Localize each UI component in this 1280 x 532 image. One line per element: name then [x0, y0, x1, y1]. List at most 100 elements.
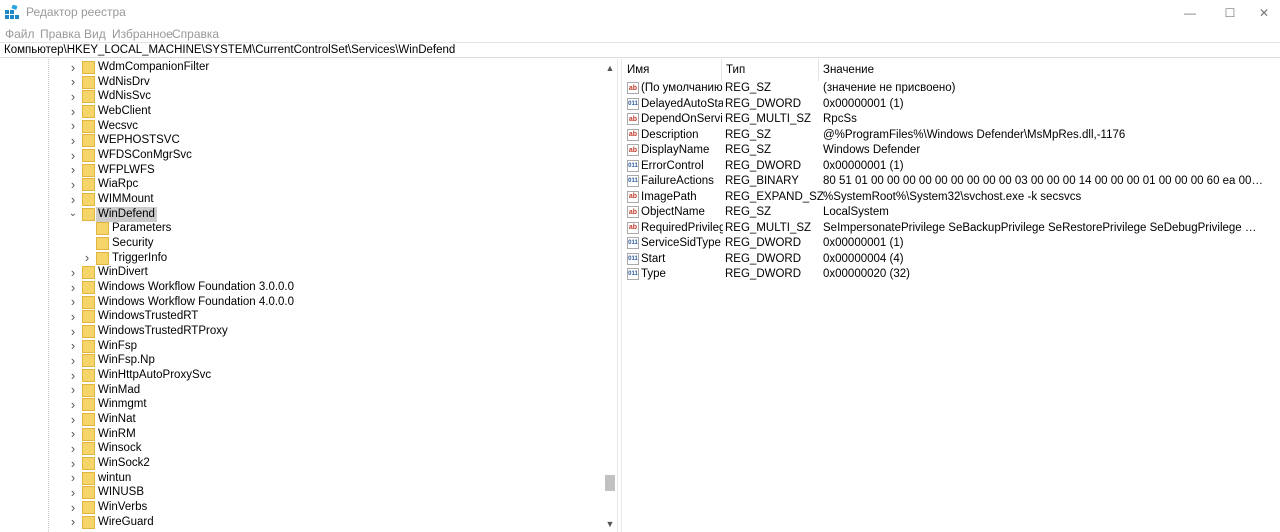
- column-divider[interactable]: [818, 59, 819, 81]
- menu-edit[interactable]: Правка: [40, 27, 81, 41]
- chevron-right-icon[interactable]: ›: [68, 294, 78, 309]
- tree-item[interactable]: › WdNisDrv: [0, 74, 600, 90]
- address-path[interactable]: Компьютер\HKEY_LOCAL_MACHINE\SYSTEM\Curr…: [4, 44, 455, 56]
- chevron-right-icon[interactable]: ›: [68, 324, 78, 339]
- chevron-right-icon[interactable]: ›: [68, 456, 78, 471]
- tree-item[interactable]: › Winmgmt: [0, 397, 600, 412]
- chevron-right-icon[interactable]: ›: [68, 74, 78, 89]
- value-row[interactable]: 011 Type REG_DWORD 0x00000020 (32): [622, 267, 1280, 282]
- menu-help[interactable]: Справка: [172, 27, 219, 41]
- tree-item[interactable]: › WinMad: [0, 382, 600, 398]
- column-header-type[interactable]: Тип: [726, 59, 745, 81]
- tree-item[interactable]: › WFDSConMgrSvc: [0, 148, 600, 163]
- tree-item[interactable]: › Windows Workflow Foundation 3.0.0.0: [0, 280, 600, 295]
- chevron-right-icon[interactable]: ›: [68, 338, 78, 353]
- tree-item[interactable]: › WdNisSvc: [0, 89, 600, 104]
- tree-item[interactable]: › Wecsvc: [0, 118, 600, 134]
- tree-item[interactable]: › WinSock2: [0, 456, 600, 471]
- key-tree[interactable]: › WdmCompanionFilter › WdNisDrv › WdNisSvc › We…: [0, 59, 604, 532]
- chevron-right-icon[interactable]: ›: [68, 265, 78, 280]
- value-row[interactable]: 011 ServiceSidType REG_DWORD 0x00000001 (1): [622, 236, 1280, 251]
- value-row[interactable]: ab ObjectName REG_SZ LocalSystem: [622, 205, 1280, 220]
- menu-view[interactable]: Вид: [84, 27, 106, 41]
- folder-icon: [82, 75, 95, 89]
- chevron-right-icon[interactable]: ›: [68, 280, 78, 295]
- chevron-right-icon[interactable]: ›: [68, 500, 78, 515]
- value-row[interactable]: 011 ErrorControl REG_DWORD 0x00000001 (1): [622, 159, 1280, 174]
- chevron-right-icon[interactable]: ›: [68, 60, 78, 75]
- tree-item[interactable]: › WinNat: [0, 412, 600, 427]
- tree-item[interactable]: › WIMMount: [0, 192, 600, 207]
- menu-file[interactable]: Файл: [5, 27, 35, 41]
- tree-item[interactable]: › WiaRpc: [0, 177, 600, 192]
- tree-item[interactable]: › WinFsp.Np: [0, 353, 600, 368]
- value-row[interactable]: ab DisplayName REG_SZ Windows Defender: [622, 143, 1280, 158]
- tree-item-label: WireGuard: [98, 515, 154, 528]
- tree-item[interactable]: › WindowsTrustedRTProxy: [0, 324, 600, 339]
- value-row[interactable]: 011 FailureActions REG_BINARY 80 51 01 00 0…: [622, 174, 1280, 189]
- chevron-right-icon[interactable]: ›: [68, 485, 78, 500]
- tree-item[interactable]: › WebClient: [0, 104, 600, 119]
- chevron-right-icon[interactable]: ›: [68, 309, 78, 324]
- column-header-data[interactable]: Значение: [823, 59, 874, 81]
- column-header-name[interactable]: Имя: [627, 59, 649, 81]
- tree-item[interactable]: › WinHttpAutoProxySvc: [0, 368, 600, 383]
- value-row[interactable]: ab Description REG_SZ @%ProgramFiles%\Windo…: [622, 128, 1280, 143]
- tree-item[interactable]: › WireGuard: [0, 514, 600, 530]
- chevron-right-icon[interactable]: ›: [68, 118, 78, 133]
- chevron-right-icon[interactable]: ›: [68, 426, 78, 441]
- values-list[interactable]: Имя Тип Значение ab (По умолчанию) REG_SZ(…: [622, 59, 1280, 532]
- address-bar[interactable]: Компьютер\HKEY_LOCAL_MACHINE\SYSTEM\Curr…: [0, 42, 1280, 58]
- chevron-right-icon[interactable]: ›: [68, 412, 78, 427]
- scroll-thumb[interactable]: [605, 475, 615, 491]
- tree-item[interactable]: › WFPLWFS: [0, 162, 600, 178]
- chevron-right-icon[interactable]: ›: [68, 397, 78, 412]
- tree-item[interactable]: › WINUSB: [0, 485, 600, 500]
- scroll-down-arrow[interactable]: ▼: [603, 517, 617, 531]
- tree-item[interactable]: › TriggerInfo: [0, 250, 600, 266]
- chevron-right-icon[interactable]: ›: [68, 470, 78, 485]
- tree-item[interactable]: ⌄ WinDefend: [0, 206, 600, 222]
- tree-item[interactable]: › Winsock: [0, 441, 600, 456]
- value-row[interactable]: 011 Start REG_DWORD 0x00000004 (4): [622, 252, 1280, 267]
- close-button[interactable]: ✕: [1241, 0, 1280, 26]
- chevron-right-icon[interactable]: ›: [68, 368, 78, 383]
- value-row[interactable]: 011 DelayedAutoStart REG_DWORD 0x00000001 (…: [622, 97, 1280, 112]
- value-data: 0x00000001 (1): [823, 159, 904, 172]
- tree-item[interactable]: › WinVerbs: [0, 500, 600, 515]
- chevron-right-icon[interactable]: ›: [68, 177, 78, 192]
- tree-item[interactable]: › WindowsTrustedRT: [0, 309, 600, 324]
- chevron-right-icon[interactable]: ›: [68, 162, 78, 177]
- tree-item-label: WdNisDrv: [98, 75, 150, 88]
- tree-item[interactable]: › Windows Workflow Foundation 4.0.0.0: [0, 294, 600, 310]
- tree-item-label: Winmgmt: [98, 398, 147, 411]
- tree-item[interactable]: › WinFsp: [0, 338, 600, 354]
- chevron-right-icon[interactable]: ›: [82, 250, 92, 265]
- tree-item[interactable]: › WinDivert: [0, 265, 600, 280]
- menu-favorites[interactable]: Избранное: [112, 27, 173, 41]
- tree-item[interactable]: › WdmCompanionFilter: [0, 60, 600, 75]
- chevron-right-icon[interactable]: ›: [68, 133, 78, 148]
- chevron-down-icon[interactable]: ⌄: [68, 208, 78, 219]
- tree-scrollbar[interactable]: ▲ ▼: [603, 59, 617, 532]
- tree-item[interactable]: › WinRM: [0, 426, 600, 442]
- value-row[interactable]: ab (По умолчанию) REG_SZ (значение не присв…: [622, 81, 1280, 96]
- value-row[interactable]: abRequiredPrivileg...REG_MULTI_SZ SeImper…: [622, 221, 1280, 236]
- chevron-right-icon[interactable]: ›: [68, 104, 78, 119]
- chevron-right-icon[interactable]: ›: [68, 382, 78, 397]
- chevron-right-icon[interactable]: ›: [68, 148, 78, 163]
- scroll-up-arrow[interactable]: ▲: [603, 61, 617, 75]
- tree-item-label: WinHttpAutoProxySvc: [98, 369, 212, 382]
- chevron-right-icon[interactable]: ›: [68, 192, 78, 207]
- chevron-right-icon[interactable]: ›: [68, 514, 78, 529]
- chevron-right-icon[interactable]: ›: [68, 353, 78, 368]
- chevron-right-icon[interactable]: ›: [68, 441, 78, 456]
- column-divider[interactable]: [721, 59, 722, 81]
- tree-item[interactable]: › WEPHOSTSVC: [0, 133, 600, 148]
- value-row[interactable]: ab ImagePath REG_EXPAND_SZ %SystemRoot%\Sys…: [622, 190, 1280, 205]
- chevron-right-icon[interactable]: ›: [68, 89, 78, 104]
- value-row[interactable]: abDependOnServiceREG_MULTI_SZ RpcSs: [622, 112, 1280, 127]
- tree-item[interactable]: Parameters: [0, 221, 600, 236]
- tree-item[interactable]: Security: [0, 236, 600, 251]
- tree-item[interactable]: › wintun: [0, 470, 600, 486]
